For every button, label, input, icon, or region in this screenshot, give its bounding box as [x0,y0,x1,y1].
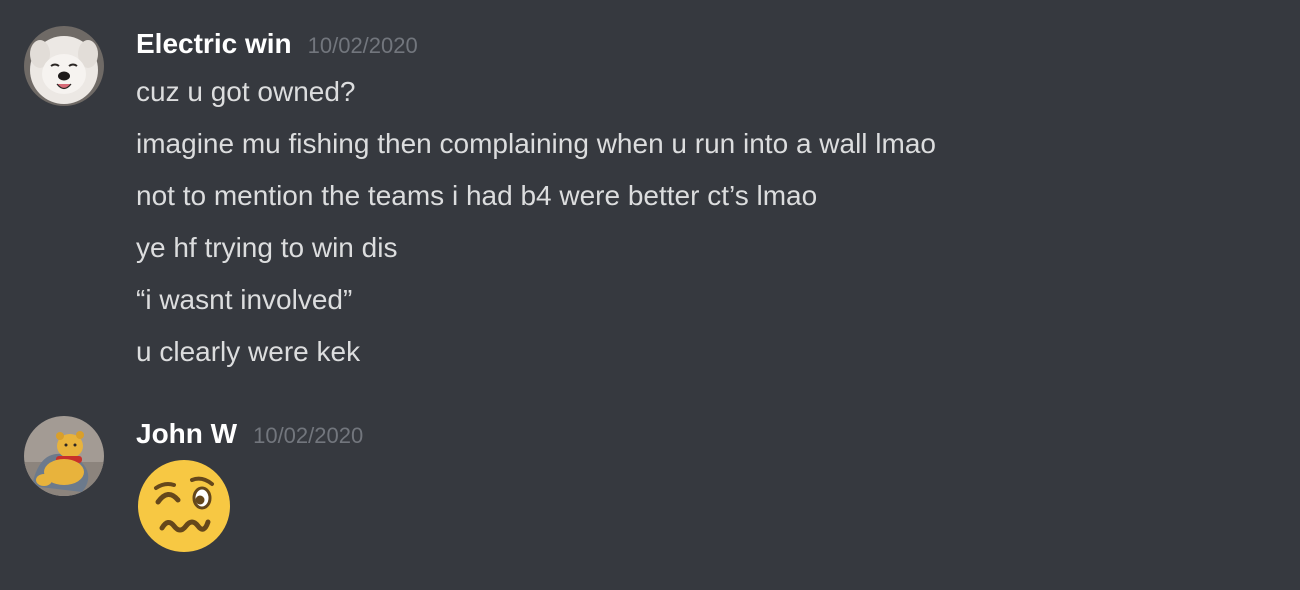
timestamp[interactable]: 10/02/2020 [253,416,363,456]
message-line: ye hf trying to win dis [136,232,398,263]
user-avatar[interactable] [24,26,104,106]
message-content: cuz u got owned? imagine mu fishing then… [136,66,936,378]
timestamp[interactable]: 10/02/2020 [308,26,418,66]
message-header: Electric win 10/02/2020 [136,24,418,64]
woozy-face-icon [138,460,230,552]
message-line: u clearly were kek [136,336,361,367]
user-avatar[interactable] [24,416,104,496]
message-line: “i wasnt involved” [136,284,353,315]
message-header: John W 10/02/2020 [136,414,363,454]
winnie-the-pooh-avatar-icon [24,416,104,496]
message-line: imagine mu fishing then complaining when… [136,128,936,159]
message-line: cuz u got owned? [136,76,356,107]
username[interactable]: John W [136,414,237,454]
message-line: not to mention the teams i had b4 were b… [136,180,818,211]
username[interactable]: Electric win [136,24,292,64]
samoyed-dog-avatar-icon [24,26,104,106]
woozy-face-emoji[interactable] [136,458,232,554]
chat-messages: Electric win 10/02/2020 cuz u got owned?… [0,0,1300,590]
